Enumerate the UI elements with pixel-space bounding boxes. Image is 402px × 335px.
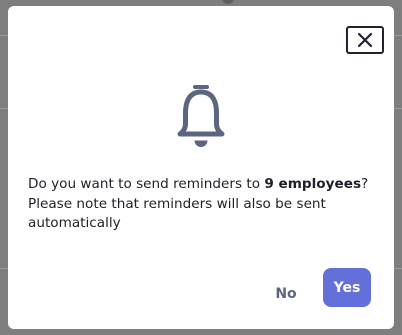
confirmation-message: Do you want to send reminders to 9 emplo… xyxy=(28,175,378,234)
yes-button[interactable]: Yes xyxy=(323,268,371,307)
background-element xyxy=(222,0,234,4)
background-divider xyxy=(0,268,8,269)
background-divider xyxy=(394,268,402,269)
background-divider xyxy=(394,108,402,109)
close-button[interactable] xyxy=(346,26,384,54)
background-divider xyxy=(394,35,402,36)
message-prefix: Do you want to send reminders to xyxy=(28,176,265,192)
reminder-confirm-dialog: Do you want to send reminders to 9 emplo… xyxy=(8,6,394,329)
bell-icon xyxy=(177,85,225,147)
no-button[interactable]: No xyxy=(266,276,306,312)
background-divider xyxy=(0,108,8,109)
background-divider xyxy=(0,35,8,36)
employee-count: 9 employees xyxy=(264,176,362,192)
close-icon xyxy=(357,32,373,48)
